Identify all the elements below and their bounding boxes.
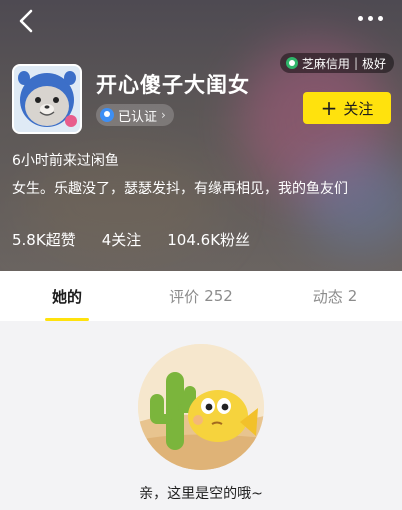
tab-label: 评价: [169, 287, 200, 306]
verified-badge[interactable]: 已认证 ›: [96, 104, 174, 126]
back-arrow-icon[interactable]: [14, 8, 40, 34]
seal-avatar-icon: [14, 66, 80, 132]
credit-separator: |: [353, 56, 358, 70]
credit-level: 极好: [361, 56, 386, 71]
credit-label: 芝麻信用: [301, 56, 350, 71]
avatar[interactable]: [12, 64, 82, 134]
tab-active-indicator: [45, 318, 89, 321]
tab-label: 她的: [51, 287, 82, 306]
more-dots-icon[interactable]: [358, 8, 388, 28]
bio: 女生。乐趣没了，瑟瑟发抖，有缘再相见，我的鱼友们: [12, 181, 348, 197]
tab-count: 2: [347, 287, 358, 305]
profile-page: 芝麻信用 | 极好 开心傻子大闺女 已认证 › + 关注 6小时前来过闲鱼 女生…: [0, 0, 402, 510]
stats-row: 5.8K超赞 4关注 104.6K粉丝: [12, 229, 250, 250]
last-seen: 6小时前来过闲鱼: [12, 153, 119, 169]
tab-count: 252: [204, 287, 233, 305]
follow-button[interactable]: + 关注: [303, 92, 391, 124]
cactus-fish-icon: [138, 344, 264, 470]
profile-name: 开心傻子大闺女: [96, 73, 250, 97]
chevron-right-icon: ›: [161, 108, 166, 122]
verified-badge-icon: [100, 108, 114, 122]
empty-state-message: 亲，这里是空的哦~: [139, 486, 263, 502]
plus-icon: +: [320, 96, 338, 120]
empty-state-illustration: [138, 344, 264, 470]
zhima-credit-badge[interactable]: 芝麻信用 | 极好: [279, 53, 394, 73]
tab-moments[interactable]: 动态 2: [268, 271, 402, 321]
tab-bar: 她的 评价 252 动态 2: [0, 271, 402, 321]
verified-label: 已认证: [118, 109, 158, 125]
follow-label: 关注: [343, 99, 374, 118]
tab-hers[interactable]: 她的: [0, 271, 134, 321]
profile-header: 芝麻信用 | 极好 开心傻子大闺女 已认证 › + 关注 6小时前来过闲鱼 女生…: [0, 0, 402, 271]
stat-likes[interactable]: 5.8K超赞: [12, 229, 76, 250]
stat-followers[interactable]: 104.6K粉丝: [167, 229, 250, 250]
tab-label: 动态: [312, 287, 343, 306]
zhima-credit-icon: [285, 57, 298, 69]
tab-reviews[interactable]: 评价 252: [134, 271, 268, 321]
stat-following[interactable]: 4关注: [102, 229, 142, 250]
